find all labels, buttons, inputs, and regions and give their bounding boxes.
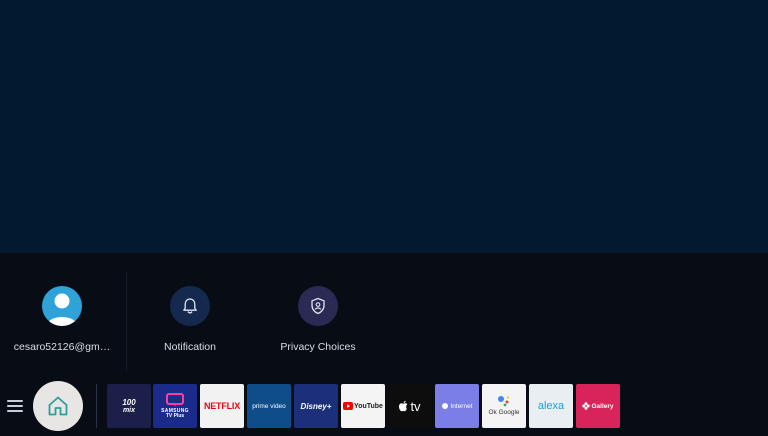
app-label-line2: TV Plus: [165, 413, 185, 419]
app-label-line2: mix: [122, 406, 136, 414]
taskbar-divider: [96, 384, 97, 428]
app-label: tv: [410, 398, 421, 414]
app-label: prime video: [252, 402, 286, 410]
app-label-line1: 100: [122, 397, 136, 407]
flower-icon: [582, 402, 591, 410]
home-button[interactable]: [33, 381, 83, 431]
app-tile-netflix[interactable]: NETFLIX: [200, 384, 244, 428]
privacy-choices-item[interactable]: Privacy Choices: [253, 286, 383, 353]
notification-item[interactable]: Notification: [125, 286, 255, 353]
account-avatar-icon: [42, 286, 82, 326]
app-tile-samsung-tv-plus[interactable]: SAMSUNG TV Plus: [153, 384, 197, 428]
shield-icon: [298, 286, 338, 326]
app-tile-alexa[interactable]: alexa: [529, 384, 573, 428]
app-tile-gallery[interactable]: Gallery: [576, 384, 620, 428]
bell-icon: [170, 286, 210, 326]
app-tile-100-mix[interactable]: 100 mix: [107, 384, 151, 428]
app-label: Ok Google: [488, 409, 520, 417]
tv-plus-icon: [165, 392, 184, 406]
privacy-choices-label: Privacy Choices: [280, 341, 356, 353]
app-label: Disney+: [300, 401, 332, 411]
account-label: cesaro52126@gm…: [13, 341, 111, 353]
app-tile-apple-tv[interactable]: tv: [388, 384, 432, 428]
menu-icon[interactable]: [6, 398, 24, 414]
app-label: YouTube: [354, 402, 383, 410]
home-icon: [48, 396, 68, 416]
app-label: NETFLIX: [203, 401, 241, 411]
planet-icon: [442, 403, 449, 409]
youtube-play-icon: [343, 402, 354, 410]
apple-icon: [399, 400, 408, 412]
app-tile-youtube[interactable]: YouTube: [341, 384, 385, 428]
app-tile-disney-plus[interactable]: Disney+: [294, 384, 338, 428]
google-assistant-icon: [497, 396, 509, 407]
app-tile-ok-google[interactable]: Ok Google: [482, 384, 526, 428]
notification-label: Notification: [164, 341, 216, 353]
app-label: Internet: [450, 402, 473, 410]
app-tile-internet[interactable]: Internet: [435, 384, 479, 428]
account-item[interactable]: cesaro52126@gm…: [0, 286, 127, 353]
app-label: alexa: [537, 400, 565, 412]
app-tile-prime-video[interactable]: prime video: [247, 384, 291, 428]
app-label: Gallery: [591, 402, 614, 410]
content-area: [0, 0, 768, 253]
